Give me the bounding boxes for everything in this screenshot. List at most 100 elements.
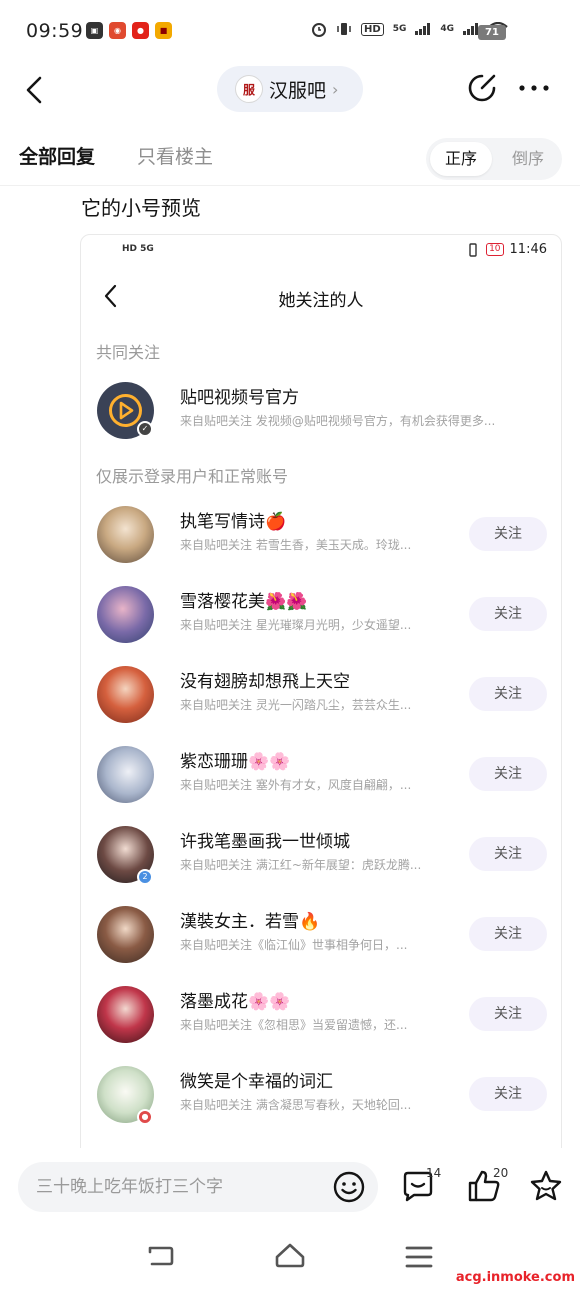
edit-icon (468, 74, 496, 102)
list-item: ● 微笑是个幸福的词汇 来自贴吧关注 满含凝思写春秋，天地轮回... 关注 (81, 1059, 561, 1131)
follow-button[interactable]: 关注 (469, 837, 547, 871)
signal-icon (415, 23, 431, 35)
weibo-icon: ◉ (109, 22, 126, 39)
sort-asc-button[interactable]: 正序 (430, 142, 492, 176)
user-desc: 来自贴吧关注 发视频@贴吧视频号官方，有机会获得更多... (180, 414, 496, 428)
level-badge: ● (137, 1109, 153, 1125)
more-icon (519, 85, 549, 91)
reply-tabs: 全部回复 只看楼主 正序 倒序 (0, 130, 580, 186)
forum-logo: 服 (235, 75, 263, 103)
user-name: 漢裝女主．若雪🔥 (180, 912, 321, 932)
like-count: 20 (493, 1166, 509, 1180)
network-4g-label: 4G (440, 24, 454, 34)
reply-input[interactable] (18, 1162, 378, 1212)
back-icon (148, 1246, 174, 1266)
user-name: 微笑是个幸福的词汇 (180, 1072, 333, 1092)
section-visible-users: 仅展示登录用户和正常账号 (96, 467, 289, 486)
user-desc: 来自贴吧关注 灵光一闪踏凡尘，芸芸众生... (180, 698, 412, 712)
screenshot-battery: 10 (486, 243, 504, 256)
forum-name-pill[interactable]: 服 汉服吧 › (217, 66, 363, 112)
user-name: 落墨成花🌸🌸 (180, 992, 291, 1012)
post-text: 它的小号预览 (81, 196, 201, 220)
nav-menu-button[interactable] (404, 1243, 434, 1271)
list-item: 没有翅膀却想飛上天空 来自贴吧关注 灵光一闪踏凡尘，芸芸众生... 关注 (81, 659, 561, 731)
nav-back-button[interactable] (146, 1242, 176, 1272)
smile-icon (333, 1171, 365, 1203)
vibrate-icon (337, 23, 351, 35)
level-badge: 2 (137, 869, 153, 885)
screenshot-status-right: 10 11:46 (466, 242, 547, 257)
user-desc: 来自贴吧关注《临江仙》世事相争何日，... (180, 938, 408, 952)
avatar (97, 746, 154, 803)
user-desc: 来自贴吧关注 若雪生香，美玉天成。玲珑... (180, 538, 412, 552)
reply-bar: 14 20 (0, 1148, 580, 1226)
list-item: 2 许我笔墨画我一世倾城 来自贴吧关注 满江红~新年展望：虎跃龙腾... 关注 (81, 819, 561, 891)
verified-badge: ✓ (137, 421, 153, 437)
user-desc: 来自贴吧关注 星光璀璨月光明，少女遥望... (180, 618, 412, 632)
list-item: 落墨成花🌸🌸 来自贴吧关注《忽相思》当爱留遗憾，还... 关注 (81, 979, 561, 1051)
screenshot-title: 她关注的人 (278, 291, 364, 311)
avatar (97, 506, 154, 563)
user-desc: 来自贴吧关注《忽相思》当爱留遗憾，还... (180, 1018, 408, 1032)
status-time: 09:59 (26, 20, 84, 42)
home-icon (275, 1243, 305, 1268)
follow-button[interactable]: 关注 (469, 757, 547, 791)
hd-label: HD (361, 22, 384, 36)
follow-button[interactable]: 关注 (469, 917, 547, 951)
list-item: 雪落樱花美🌺🌺 来自贴吧关注 星光璀璨月光明，少女遥望... 关注 (81, 579, 561, 651)
user-name: 执笔写情诗🍎 (180, 512, 287, 532)
screenshot-status-left: HD 5G (122, 244, 154, 254)
emoji-button[interactable] (332, 1170, 366, 1204)
user-name: 紫恋珊珊🌸🌸 (180, 752, 291, 772)
favorite-button[interactable] (528, 1168, 564, 1204)
alarm-icon (312, 23, 327, 37)
user-name: 贴吧视频号官方 (180, 388, 299, 408)
user-desc: 来自贴吧关注 塞外有才女，风度自翩翩，... (180, 778, 412, 792)
star-icon (530, 1170, 562, 1201)
network-5g-label: 5G (392, 24, 407, 34)
signal-icon (463, 23, 478, 35)
follow-button[interactable]: 关注 (469, 517, 547, 551)
vibrate-icon (469, 242, 477, 257)
list-item: 执笔写情诗🍎 来自贴吧关注 若雪生香，美玉天成。玲珑... 关注 (81, 499, 561, 571)
user-name: 许我笔墨画我一世倾城 (180, 832, 350, 852)
app-notification-icon: ● (132, 22, 149, 39)
comment-count: 14 (426, 1166, 442, 1180)
battery-level: 71 (478, 25, 506, 40)
top-header: 服 汉服吧 › (0, 62, 580, 118)
embedded-screenshot[interactable]: HD 5G 10 11:46 她关注的人 共同关注 ✓ 贴吧视频号官方 来自贴吧… (80, 234, 562, 1164)
avatar (97, 986, 154, 1043)
list-item: 紫恋珊珊🌸🌸 来自贴吧关注 塞外有才女，风度自翩翩，... 关注 (81, 739, 561, 811)
avatar (97, 586, 154, 643)
follow-button[interactable]: 关注 (469, 597, 547, 631)
menu-icon (405, 1246, 433, 1268)
tab-op-only[interactable]: 只看楼主 (137, 142, 213, 169)
forum-name: 汉服吧 (269, 79, 327, 102)
sort-desc-button[interactable]: 倒序 (498, 142, 558, 176)
tab-all-replies[interactable]: 全部回复 (19, 142, 95, 169)
user-name: 没有翅膀却想飛上天空 (180, 672, 350, 692)
user-desc: 来自贴吧关注 满含凝思写春秋，天地轮回... (180, 1098, 412, 1112)
watermark: acg.inmoke.com (455, 1270, 575, 1285)
screenshot-status-bar: HD 5G 10 11:46 (81, 235, 561, 267)
app-notification-icon: ■ (155, 22, 172, 39)
chevron-left-icon (26, 76, 42, 104)
sort-toggle: 正序 倒序 (426, 138, 562, 180)
list-item: ✓ 贴吧视频号官方 来自贴吧关注 发视频@贴吧视频号官方，有机会获得更多... (81, 375, 561, 447)
follow-button[interactable]: 关注 (469, 677, 547, 711)
follow-button[interactable]: 关注 (469, 1077, 547, 1111)
bilibili-icon: ▣ (86, 22, 103, 39)
user-name: 雪落樱花美🌺🌺 (180, 592, 308, 612)
avatar (97, 906, 154, 963)
list-item: 漢裝女主．若雪🔥 来自贴吧关注《临江仙》世事相争何日，... 关注 (81, 899, 561, 971)
screenshot-time: 11:46 (509, 242, 547, 257)
edit-button[interactable] (466, 72, 498, 104)
section-common-follows: 共同关注 (96, 343, 161, 362)
avatar (97, 666, 154, 723)
back-button[interactable] (20, 72, 50, 108)
user-desc: 来自贴吧关注 满江红~新年展望：虎跃龙腾... (180, 858, 422, 872)
status-app-icons: ▣ ◉ ● ■ (86, 22, 172, 39)
follow-button[interactable]: 关注 (469, 997, 547, 1031)
nav-home-button[interactable] (274, 1240, 306, 1272)
more-button[interactable] (516, 72, 552, 104)
